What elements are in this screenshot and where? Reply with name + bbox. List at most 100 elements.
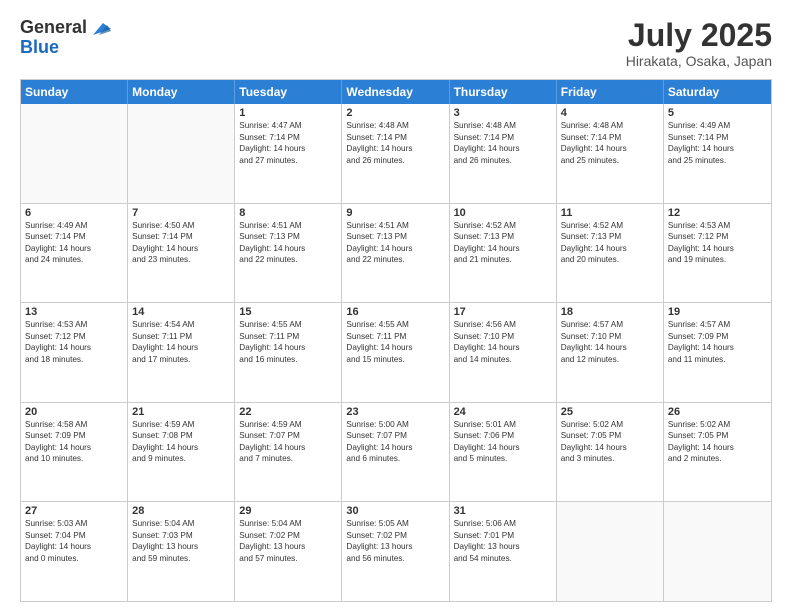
- cal-week-3: 20Sunrise: 4:58 AMSunset: 7:09 PMDayligh…: [21, 403, 771, 503]
- day-number: 20: [25, 406, 123, 418]
- cal-cell: 3Sunrise: 4:48 AMSunset: 7:14 PMDaylight…: [450, 104, 557, 203]
- sunset-text: Sunset: 7:06 PM: [454, 430, 552, 441]
- sunset-text: Sunset: 7:13 PM: [346, 231, 444, 242]
- daylight-text-1: Daylight: 14 hours: [239, 442, 337, 453]
- cal-cell: 4Sunrise: 4:48 AMSunset: 7:14 PMDaylight…: [557, 104, 664, 203]
- daylight-text-1: Daylight: 14 hours: [668, 243, 767, 254]
- day-number: 28: [132, 505, 230, 517]
- daylight-text-2: and 11 minutes.: [668, 354, 767, 365]
- cal-cell: 21Sunrise: 4:59 AMSunset: 7:08 PMDayligh…: [128, 403, 235, 502]
- sunset-text: Sunset: 7:14 PM: [561, 132, 659, 143]
- sunset-text: Sunset: 7:08 PM: [132, 430, 230, 441]
- daylight-text-1: Daylight: 13 hours: [132, 541, 230, 552]
- daylight-text-2: and 23 minutes.: [132, 254, 230, 265]
- cal-cell: 10Sunrise: 4:52 AMSunset: 7:13 PMDayligh…: [450, 204, 557, 303]
- sunrise-text: Sunrise: 4:50 AM: [132, 220, 230, 231]
- daylight-text-2: and 18 minutes.: [25, 354, 123, 365]
- daylight-text-2: and 26 minutes.: [454, 155, 552, 166]
- sunrise-text: Sunrise: 4:53 AM: [668, 220, 767, 231]
- daylight-text-1: Daylight: 14 hours: [25, 342, 123, 353]
- cal-cell: 19Sunrise: 4:57 AMSunset: 7:09 PMDayligh…: [664, 303, 771, 402]
- logo-icon: [89, 21, 111, 37]
- daylight-text-1: Daylight: 14 hours: [454, 342, 552, 353]
- sunrise-text: Sunrise: 4:48 AM: [346, 120, 444, 131]
- sunrise-text: Sunrise: 4:55 AM: [239, 319, 337, 330]
- daylight-text-1: Daylight: 14 hours: [561, 342, 659, 353]
- day-number: 30: [346, 505, 444, 517]
- cal-week-0: 1Sunrise: 4:47 AMSunset: 7:14 PMDaylight…: [21, 104, 771, 204]
- sunset-text: Sunset: 7:01 PM: [454, 530, 552, 541]
- sunrise-text: Sunrise: 4:52 AM: [454, 220, 552, 231]
- day-number: 22: [239, 406, 337, 418]
- cal-cell: 16Sunrise: 4:55 AMSunset: 7:11 PMDayligh…: [342, 303, 449, 402]
- cal-cell: [557, 502, 664, 601]
- daylight-text-2: and 27 minutes.: [239, 155, 337, 166]
- daylight-text-2: and 56 minutes.: [346, 553, 444, 564]
- daylight-text-1: Daylight: 14 hours: [239, 143, 337, 154]
- sunset-text: Sunset: 7:03 PM: [132, 530, 230, 541]
- daylight-text-2: and 14 minutes.: [454, 354, 552, 365]
- sunrise-text: Sunrise: 5:06 AM: [454, 518, 552, 529]
- sunset-text: Sunset: 7:04 PM: [25, 530, 123, 541]
- sunrise-text: Sunrise: 4:53 AM: [25, 319, 123, 330]
- daylight-text-1: Daylight: 14 hours: [454, 243, 552, 254]
- day-number: 6: [25, 207, 123, 219]
- sunset-text: Sunset: 7:13 PM: [454, 231, 552, 242]
- sunset-text: Sunset: 7:12 PM: [668, 231, 767, 242]
- sunset-text: Sunset: 7:11 PM: [346, 331, 444, 342]
- day-number: 4: [561, 107, 659, 119]
- daylight-text-1: Daylight: 14 hours: [561, 442, 659, 453]
- sunrise-text: Sunrise: 4:47 AM: [239, 120, 337, 131]
- sunrise-text: Sunrise: 4:48 AM: [561, 120, 659, 131]
- sunset-text: Sunset: 7:02 PM: [239, 530, 337, 541]
- daylight-text-1: Daylight: 14 hours: [25, 243, 123, 254]
- sunset-text: Sunset: 7:13 PM: [561, 231, 659, 242]
- sunrise-text: Sunrise: 5:05 AM: [346, 518, 444, 529]
- title-block: July 2025 Hirakata, Osaka, Japan: [626, 18, 772, 69]
- sunrise-text: Sunrise: 5:00 AM: [346, 419, 444, 430]
- sunset-text: Sunset: 7:05 PM: [561, 430, 659, 441]
- calendar-body: 1Sunrise: 4:47 AMSunset: 7:14 PMDaylight…: [21, 104, 771, 601]
- daylight-text-1: Daylight: 14 hours: [239, 342, 337, 353]
- sunset-text: Sunset: 7:05 PM: [668, 430, 767, 441]
- sunrise-text: Sunrise: 4:54 AM: [132, 319, 230, 330]
- daylight-text-1: Daylight: 14 hours: [668, 442, 767, 453]
- cal-cell: 17Sunrise: 4:56 AMSunset: 7:10 PMDayligh…: [450, 303, 557, 402]
- sunset-text: Sunset: 7:10 PM: [561, 331, 659, 342]
- sunrise-text: Sunrise: 5:04 AM: [132, 518, 230, 529]
- sunset-text: Sunset: 7:13 PM: [239, 231, 337, 242]
- daylight-text-1: Daylight: 14 hours: [346, 143, 444, 154]
- header-friday: Friday: [557, 80, 664, 104]
- daylight-text-1: Daylight: 14 hours: [132, 442, 230, 453]
- sunset-text: Sunset: 7:12 PM: [25, 331, 123, 342]
- cal-cell: 29Sunrise: 5:04 AMSunset: 7:02 PMDayligh…: [235, 502, 342, 601]
- cal-cell: 26Sunrise: 5:02 AMSunset: 7:05 PMDayligh…: [664, 403, 771, 502]
- sunset-text: Sunset: 7:14 PM: [668, 132, 767, 143]
- daylight-text-2: and 26 minutes.: [346, 155, 444, 166]
- sunset-text: Sunset: 7:02 PM: [346, 530, 444, 541]
- sunset-text: Sunset: 7:10 PM: [454, 331, 552, 342]
- sunset-text: Sunset: 7:14 PM: [132, 231, 230, 242]
- sunrise-text: Sunrise: 5:02 AM: [668, 419, 767, 430]
- logo-general: General: [20, 18, 87, 38]
- sunrise-text: Sunrise: 4:57 AM: [668, 319, 767, 330]
- daylight-text-2: and 57 minutes.: [239, 553, 337, 564]
- header-thursday: Thursday: [450, 80, 557, 104]
- daylight-text-2: and 25 minutes.: [561, 155, 659, 166]
- daylight-text-2: and 0 minutes.: [25, 553, 123, 564]
- sunrise-text: Sunrise: 4:58 AM: [25, 419, 123, 430]
- daylight-text-2: and 15 minutes.: [346, 354, 444, 365]
- sunrise-text: Sunrise: 5:02 AM: [561, 419, 659, 430]
- daylight-text-1: Daylight: 13 hours: [239, 541, 337, 552]
- cal-cell: 15Sunrise: 4:55 AMSunset: 7:11 PMDayligh…: [235, 303, 342, 402]
- daylight-text-2: and 17 minutes.: [132, 354, 230, 365]
- daylight-text-1: Daylight: 14 hours: [25, 442, 123, 453]
- daylight-text-2: and 25 minutes.: [668, 155, 767, 166]
- sunrise-text: Sunrise: 5:04 AM: [239, 518, 337, 529]
- cal-cell: 8Sunrise: 4:51 AMSunset: 7:13 PMDaylight…: [235, 204, 342, 303]
- sunset-text: Sunset: 7:09 PM: [25, 430, 123, 441]
- main-title: July 2025: [626, 18, 772, 53]
- day-number: 7: [132, 207, 230, 219]
- sunrise-text: Sunrise: 4:56 AM: [454, 319, 552, 330]
- cal-cell: 18Sunrise: 4:57 AMSunset: 7:10 PMDayligh…: [557, 303, 664, 402]
